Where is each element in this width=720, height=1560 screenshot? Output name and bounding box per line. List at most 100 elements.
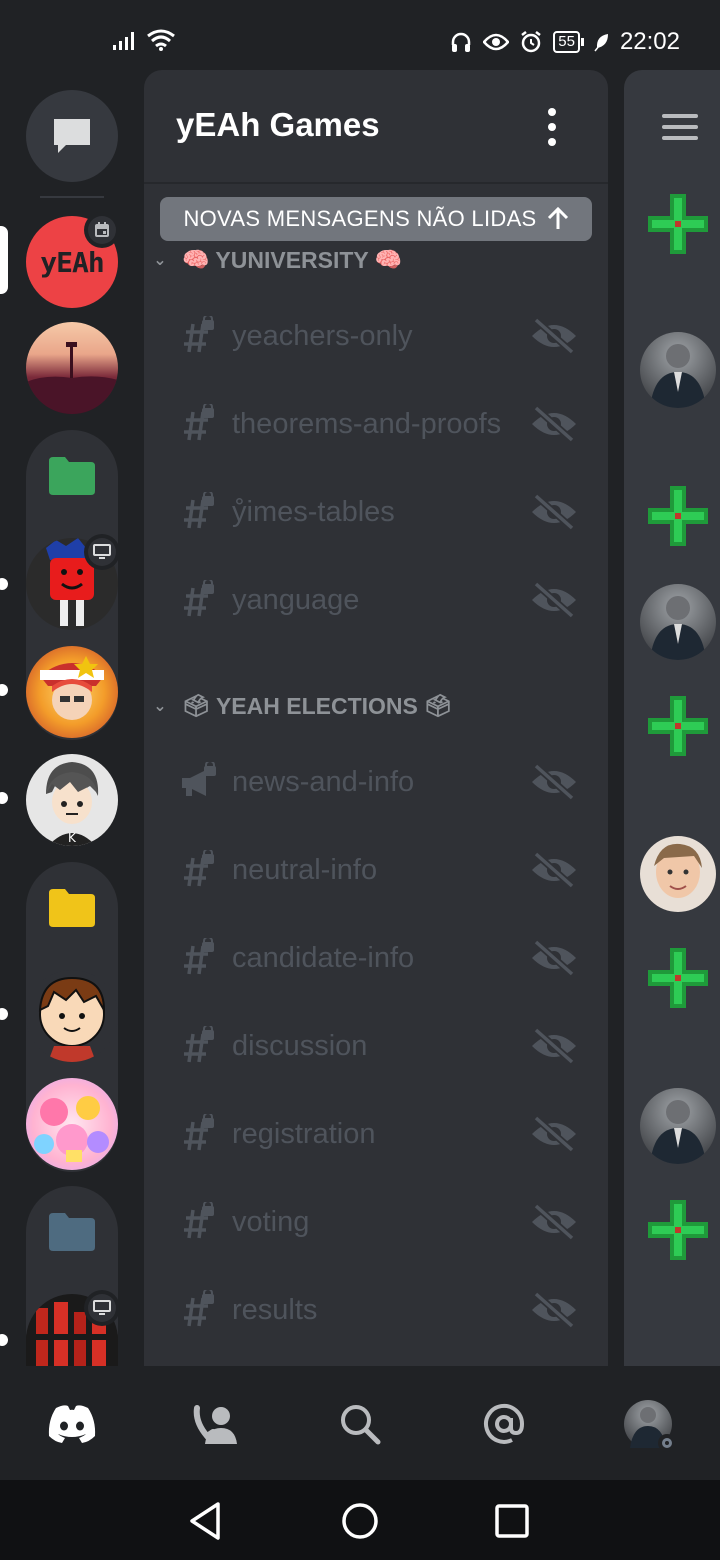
eye-slash-icon[interactable] [530,1028,578,1064]
eye-slash-icon[interactable] [530,1116,578,1152]
eye-slash-icon[interactable] [530,940,578,976]
channel-name: results [232,1293,318,1326]
channel-yanguage[interactable]: yanguage [144,570,608,630]
category-yeah-elections[interactable]: ⌄ 🗳 YEAH ELECTIONS 🗳 [144,686,458,726]
folder-icon [49,889,95,927]
member-avatar-suit[interactable] [640,1088,716,1164]
chat-panel-peek[interactable] [624,70,720,1366]
server-anime-collage[interactable] [26,1078,118,1170]
eye-slash-icon[interactable] [530,1204,578,1240]
more-options-icon[interactable] [544,108,560,146]
rail-divider [40,196,104,198]
home-tab[interactable] [42,1396,102,1452]
alarm-icon [521,31,541,53]
signal-icon [113,32,134,50]
chevron-down-icon: ⌄ [153,252,167,269]
suit-avatar [650,1100,706,1164]
folder-green-button[interactable] [26,430,118,522]
server-sunset[interactable] [26,322,118,414]
channel-yimes-tables[interactable]: ẙimes-tables [144,482,608,542]
channel-panel: yEAh Games NOVAS MENSAGENS NÃO LIDAS ⌄ 🧠… [144,70,608,1366]
member-avatar-suit[interactable] [640,332,716,408]
channel-neutral-info[interactable]: neutral-info [144,840,608,900]
channel-name: discussion [232,1029,368,1062]
eye-slash-icon[interactable] [530,1292,578,1328]
suit-avatar [650,344,706,408]
eye-slash-icon[interactable] [530,764,578,800]
green-cross-avatar[interactable] [648,696,708,756]
folder-yellow-button[interactable] [26,862,118,954]
channel-theorems-and-proofs[interactable]: theorems-and-proofs [144,394,608,454]
locked-text-channel-icon [184,1114,214,1151]
sunset-artwork [26,342,118,414]
eye-slash-icon[interactable] [530,582,578,618]
locked-text-channel-icon [184,938,214,975]
channel-name: news-and-info [232,765,415,798]
member-avatar-suit[interactable] [640,584,716,660]
locked-text-channel-icon [184,404,214,441]
channel-results[interactable]: results [144,1280,608,1340]
calendar-icon [95,222,109,237]
battery-icon: 55 [553,31,584,53]
unread-banner-label: NOVAS MENSAGENS NÃO LIDAS [183,206,537,231]
green-cross-avatar[interactable] [648,194,708,254]
eye-slash-icon[interactable] [530,494,578,530]
eye-slash-icon[interactable] [530,406,578,442]
locked-text-channel-icon [184,1290,214,1327]
back-icon[interactable] [184,1500,226,1542]
home-icon[interactable] [339,1500,381,1542]
channel-news-and-info[interactable]: news-and-info [144,752,608,812]
server-rail: yEAh K [0,70,144,1366]
locked-announcement-channel-icon [182,762,216,796]
profile-tab[interactable] [618,1396,678,1452]
hamburger-menu-icon[interactable] [662,114,698,140]
channel-candidate-info[interactable]: candidate-info [144,928,608,988]
channel-voting[interactable]: voting [144,1192,608,1252]
discord-home-icon [48,1405,96,1443]
headphones-icon [452,32,471,52]
channel-name: voting [232,1205,310,1238]
mentions-icon [484,1403,525,1444]
guild-name: yEAh Games [176,106,380,143]
server-brown-hair-avatar[interactable] [26,970,118,1062]
category-yuniversity[interactable]: ⌄ 🧠 YUNIVERSITY 🧠 [144,240,408,280]
eye-slash-icon[interactable] [530,318,578,354]
direct-messages-button[interactable] [26,90,118,182]
chevron-down-icon: ⌄ [153,698,167,715]
recents-icon[interactable] [491,1500,533,1542]
streaming-badge [84,1290,120,1326]
green-cross-avatar[interactable] [648,486,708,546]
category-emoji: 🗳 [423,693,452,718]
mentions-tab[interactable] [474,1396,534,1452]
green-cross-avatar[interactable] [648,1200,708,1260]
folder-blue-button[interactable] [26,1186,118,1278]
locked-text-channel-icon [184,316,214,353]
server-anime-avatar[interactable] [26,646,118,738]
search-tab[interactable] [330,1396,390,1452]
friends-icon [193,1405,237,1444]
unread-dot [0,1008,8,1020]
profile-avatar [624,1400,676,1452]
server-grey-hair-avatar[interactable]: K [26,754,118,846]
wifi-icon [147,29,175,51]
search-icon [341,1405,381,1445]
member-avatar-photo[interactable] [640,836,716,912]
channel-yeachers-only[interactable]: yeachers-only [144,306,608,366]
channel-registration[interactable]: registration [144,1104,608,1164]
selected-indicator [0,226,8,294]
guild-header[interactable]: yEAh Games [144,70,608,184]
friends-tab[interactable] [186,1396,246,1452]
eye-slash-icon[interactable] [530,852,578,888]
channel-discussion[interactable]: discussion [144,1016,608,1076]
locked-text-channel-icon [184,492,214,529]
chat-bubble-icon [54,119,90,153]
unread-dot [0,578,8,590]
category-emoji: 🧠 [182,247,210,272]
folder-icon [49,1213,95,1251]
unread-messages-banner[interactable]: NOVAS MENSAGENS NÃO LIDAS [160,197,592,241]
category-name: YEAH ELECTIONS [215,692,418,719]
unread-dot [0,792,8,804]
green-cross-avatar[interactable] [648,948,708,1008]
server-logo-text: yEAh [40,245,104,279]
channel-name: yeachers-only [232,319,413,352]
